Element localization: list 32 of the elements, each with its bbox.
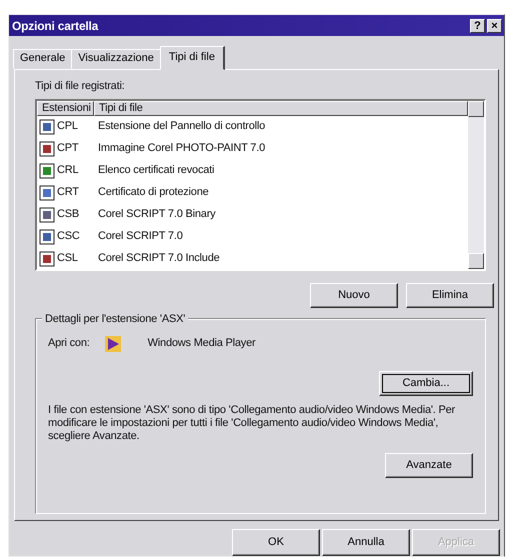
extension-cell-text: CRL: [57, 163, 80, 178]
dialog-button[interactable]: OK: [232, 529, 320, 556]
extension-cell-text: CSL: [57, 251, 79, 266]
file-type-cell-text: Corel SCRIPT 7.0 Binary: [98, 207, 216, 222]
list-action-button[interactable]: Nuovo: [310, 282, 398, 308]
column-header[interactable]: Estensioni: [37, 100, 94, 116]
tab[interactable]: Generale: [13, 49, 72, 69]
extension-cell-text: CPT: [57, 141, 80, 156]
file-type-cell-text: Elenco certificati revocati: [98, 163, 214, 178]
file-type-cell-text: Immagine Corel PHOTO-PAINT 7.0: [98, 141, 265, 156]
column-header[interactable]: Tipi di file: [94, 100, 468, 116]
extension-cell-text: CPL: [57, 119, 79, 134]
open-with-label: Apri con:: [48, 336, 90, 352]
help-button[interactable]: ?: [470, 18, 485, 32]
extension-cell-text: CRT: [57, 185, 80, 200]
tab[interactable]: Tipi di file: [160, 46, 225, 70]
file-type-cell-text: Corel SCRIPT 7.0 Include: [98, 251, 220, 266]
file-type-cell-text: Estensione del Pannello di controllo: [98, 119, 266, 134]
tab[interactable]: Visualizzazione: [71, 49, 161, 69]
extension-cell-text: CSB: [57, 207, 80, 222]
change-button[interactable]: Cambia...: [379, 370, 473, 396]
description-text: I file con estensione 'ASX' sono di tipo 'Collegamento audio/video Windows Media'. Per modificare le impostazioni per tutti i file 'Collegamento audio/video Windows Media', scegliere Avanzate.: [48, 404, 456, 442]
file-type-cell-text: Corel SCRIPT 7.0: [98, 229, 183, 244]
dialog-button[interactable]: Annulla: [322, 529, 410, 556]
extension-cell-text: CSC: [57, 229, 81, 244]
list-label: Tipi di file registrati:: [35, 79, 126, 94]
file-type-cell-text: Certificato di protezione: [98, 185, 209, 200]
advanced-button[interactable]: Avanzate: [385, 452, 473, 478]
list-action-button[interactable]: Elimina: [406, 282, 494, 308]
window-title: Opzioni cartella: [12, 18, 100, 34]
app-name: Windows Media Player: [148, 336, 256, 352]
close-button[interactable]: ×: [487, 18, 502, 32]
